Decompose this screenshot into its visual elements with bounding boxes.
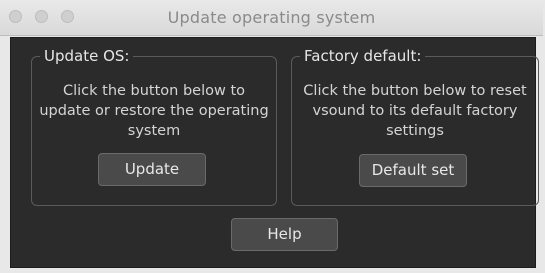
window-title: Update operating system (167, 8, 376, 27)
dialog-window: Update operating system Update OS: Click… (0, 0, 545, 273)
title-bar[interactable]: Update operating system (0, 0, 543, 36)
factory-default-group: Factory default: Click the button below … (291, 47, 539, 206)
factory-default-description: Click the button below to reset vsound t… (303, 83, 527, 139)
default-set-button[interactable]: Default set (359, 154, 467, 187)
update-os-legend: Update OS: (40, 47, 134, 65)
update-button[interactable]: Update (98, 153, 206, 186)
update-os-description: Click the button below to update or rest… (39, 83, 269, 139)
factory-default-legend: Factory default: (300, 47, 426, 65)
dialog-content: Update OS: Click the button below to upd… (10, 37, 539, 268)
update-os-group: Update OS: Click the button below to upd… (31, 47, 277, 206)
help-button[interactable]: Help (231, 218, 338, 251)
